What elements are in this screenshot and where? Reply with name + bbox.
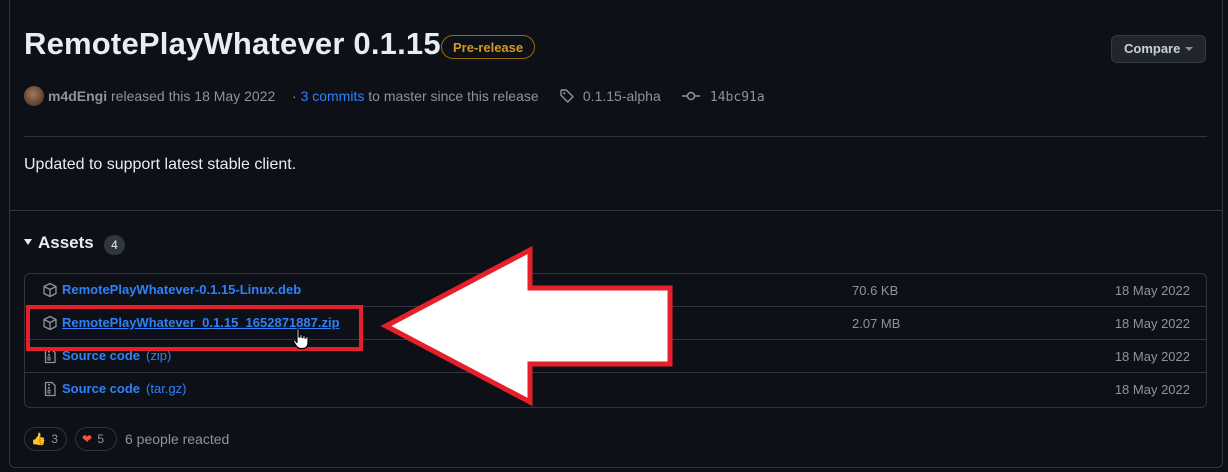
divider <box>24 136 1207 137</box>
source-code-label: Source code <box>62 381 141 396</box>
release-notes: Updated to support latest stable client. <box>24 156 297 173</box>
tag-name: 0.1.15-alpha <box>582 88 661 104</box>
pre-release-badge: Pre-release <box>441 35 536 59</box>
commits-info: · 3 commits to master since this release <box>292 86 539 106</box>
reaction-thumbs-up[interactable]: 👍 3 <box>24 427 67 451</box>
hand-pointer-icon <box>292 328 309 350</box>
released-text: released this 18 May 2022 <box>111 88 276 104</box>
release-title[interactable]: RemotePlayWhatever 0.1.15 <box>24 26 441 62</box>
tag-icon <box>560 89 574 103</box>
package-icon <box>43 282 57 298</box>
asset-link[interactable]: Source code (tar.gz) <box>62 381 187 396</box>
commit-info[interactable]: 14bc91a <box>682 86 765 106</box>
asset-date: 18 May 2022 <box>1114 283 1190 298</box>
reaction-heart[interactable]: ❤ 5 <box>75 427 117 451</box>
triangle-down-icon <box>24 238 32 245</box>
asset-date: 18 May 2022 <box>1114 316 1190 331</box>
divider <box>9 210 1223 211</box>
commits-separator: · <box>292 88 297 104</box>
assets-count-badge: 4 <box>104 235 125 255</box>
reaction-count: 5 <box>97 432 105 446</box>
thumbs-up-icon: 👍 <box>31 432 46 446</box>
assets-heading: Assets <box>38 233 94 252</box>
asset-size: 2.07 MB <box>852 316 901 331</box>
commits-link[interactable]: 3 commits <box>301 88 365 104</box>
release-meta: m4dEngi released this 18 May 2022 <box>48 86 275 106</box>
chevron-down-icon <box>1185 47 1193 51</box>
heart-icon: ❤ <box>82 432 93 446</box>
tag-info[interactable]: 0.1.15-alpha <box>559 86 661 106</box>
file-zip-icon <box>44 381 56 397</box>
source-format: (tar.gz) <box>146 381 187 396</box>
assets-toggle[interactable]: Assets <box>24 233 94 253</box>
commit-icon <box>682 91 700 101</box>
annotation-arrow-icon <box>380 245 673 407</box>
avatar[interactable] <box>24 86 44 106</box>
commits-suffix: to master since this release <box>368 88 539 104</box>
reaction-summary: 6 people reacted <box>125 431 230 447</box>
author-link[interactable]: m4dEngi <box>48 88 107 104</box>
compare-label: Compare <box>1124 41 1181 56</box>
asset-date: 18 May 2022 <box>1114 382 1190 397</box>
asset-link[interactable]: RemotePlayWhatever-0.1.15-Linux.deb <box>62 282 301 297</box>
asset-date: 18 May 2022 <box>1114 349 1190 364</box>
reaction-count: 3 <box>51 432 58 446</box>
compare-button[interactable]: Compare <box>1111 35 1206 63</box>
asset-size: 70.6 KB <box>852 283 899 298</box>
highlight-box <box>26 305 363 351</box>
commit-hash: 14bc91a <box>709 90 765 105</box>
